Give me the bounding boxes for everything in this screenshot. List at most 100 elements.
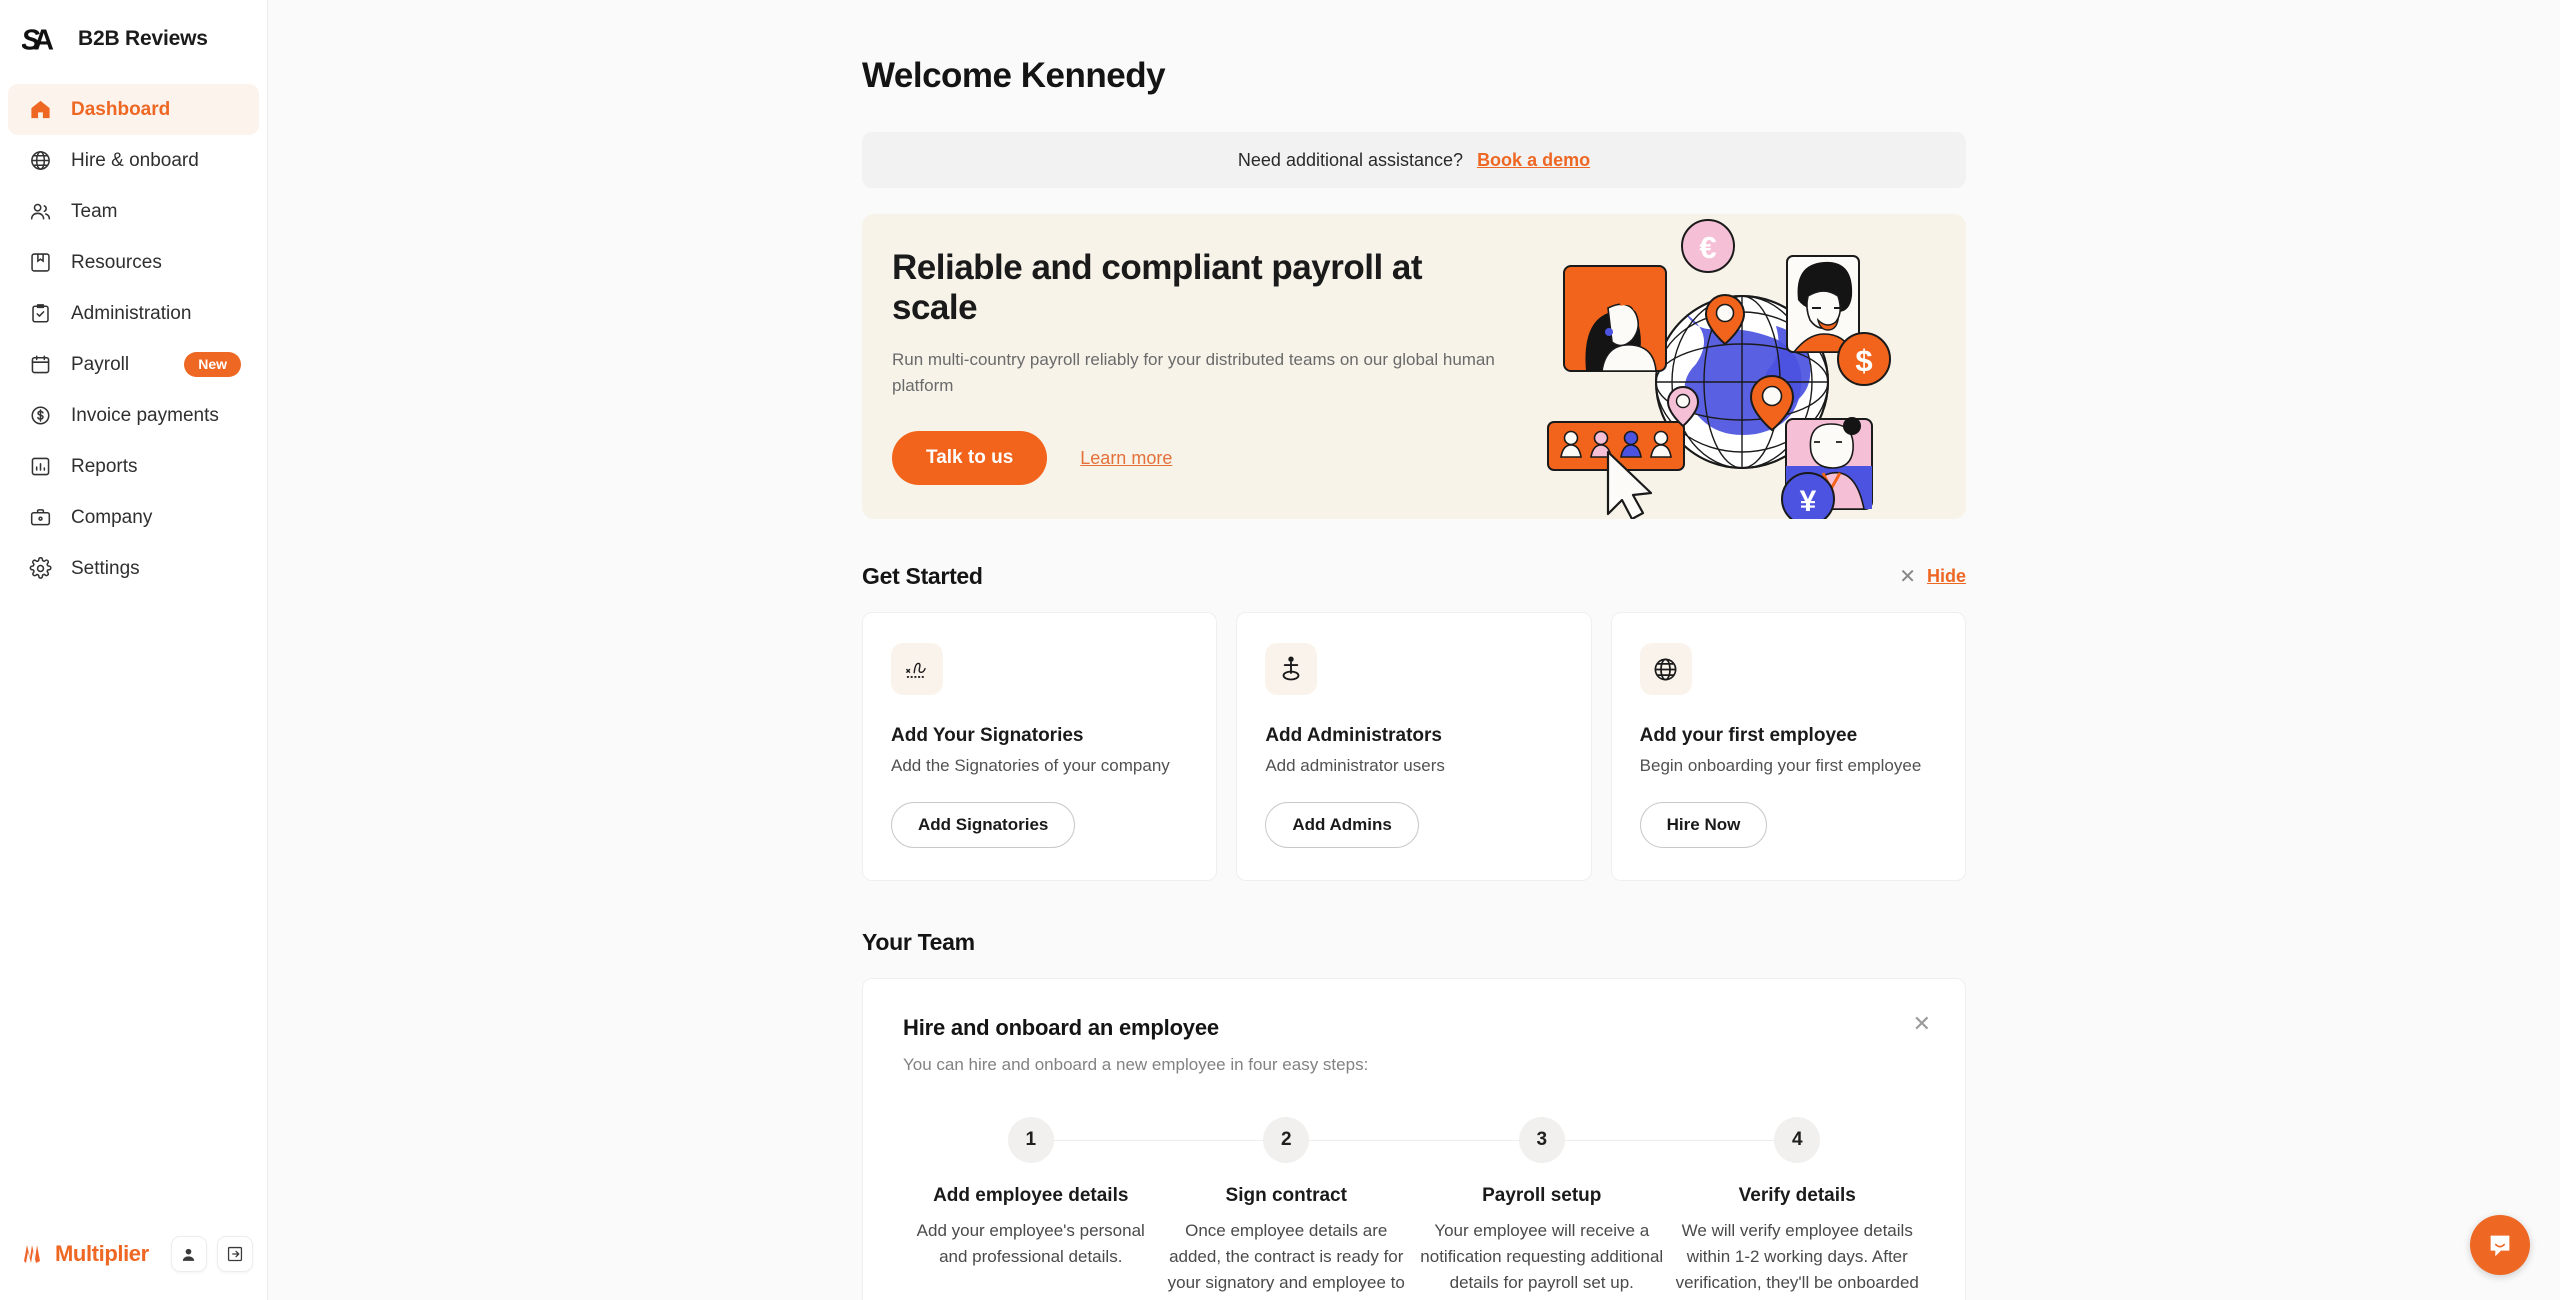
sidebar-item-label: Reports xyxy=(71,455,138,477)
chat-bubble-icon xyxy=(2490,1235,2510,1257)
step-description: Add your employee's personal and profess… xyxy=(916,1221,1145,1266)
calendar-icon xyxy=(28,353,52,377)
svg-text:A: A xyxy=(33,24,53,56)
sidebar-footer-actions xyxy=(170,1236,253,1272)
logout-icon xyxy=(227,1246,242,1262)
content-column: Welcome Kennedy Need additional assistan… xyxy=(862,0,1966,1300)
assistance-bar: Need additional assistance? Book a demo xyxy=(862,132,1966,188)
hire-onboard-panel: ✕ Hire and onboard an employee You can h… xyxy=(862,978,1966,1300)
sa-logo-icon: S A xyxy=(22,24,54,56)
hide-link[interactable]: Hide xyxy=(1927,566,1966,587)
onboarding-steps: 1 Add employee details Add your employee… xyxy=(903,1117,1925,1300)
step-title: Add employee details xyxy=(933,1185,1129,1206)
users-icon xyxy=(28,200,52,224)
talk-to-us-button[interactable]: Talk to us xyxy=(892,431,1048,485)
hire-now-button[interactable]: Hire Now xyxy=(1639,802,1768,848)
sidebar-item-label: Payroll xyxy=(71,353,130,375)
svg-text:$: $ xyxy=(1855,343,1872,378)
step-description: Your employee will receive a notificatio… xyxy=(1420,1221,1664,1292)
assistance-text: Need additional assistance? xyxy=(1237,149,1464,170)
multiplier-wordmark: Multiplier xyxy=(55,1241,149,1266)
admin-person-icon xyxy=(1265,643,1318,695)
step-number: 2 xyxy=(1263,1117,1310,1163)
brand-name: B2B Reviews xyxy=(78,27,208,50)
add-admins-button[interactable]: Add Admins xyxy=(1265,802,1419,848)
card-add-signatories: Add Your Signatories Add the Signatories… xyxy=(862,612,1218,881)
card-title: Add Administrators xyxy=(1265,725,1442,746)
sidebar-item-dashboard[interactable]: Dashboard xyxy=(8,84,259,135)
step-2: 2 Sign contract Once employee details ar… xyxy=(1159,1117,1415,1300)
status-badge: New xyxy=(184,352,241,377)
main-content: Welcome Kennedy Need additional assistan… xyxy=(268,0,2560,1300)
get-started-title: Get Started xyxy=(862,563,983,589)
clipboard-check-icon xyxy=(28,302,52,326)
app-root: S A B2B Reviews Dashboard Hire & onboard xyxy=(0,0,2560,1300)
sidebar-item-administration[interactable]: Administration xyxy=(8,288,259,339)
sidebar-item-label: Administration xyxy=(71,302,192,324)
sidebar-item-invoice-payments[interactable]: Invoice payments xyxy=(8,390,259,441)
card-subtitle: Add administrator users xyxy=(1265,756,1445,775)
learn-more-link[interactable]: Learn more xyxy=(1080,448,1172,469)
sidebar-item-label: Dashboard xyxy=(71,98,171,120)
get-started-hide-group: ✕ Hide xyxy=(1899,566,1966,587)
sidebar-item-hire-onboard[interactable]: Hire & onboard xyxy=(8,135,259,186)
step-description: Once employee details are added, the con… xyxy=(1167,1221,1405,1300)
sidebar-item-label: Resources xyxy=(71,251,162,273)
your-team-title: Your Team xyxy=(862,929,975,955)
step-description: We will verify employee details within 1… xyxy=(1675,1221,1919,1300)
page-title: Welcome Kennedy xyxy=(862,56,1166,95)
sidebar-item-resources[interactable]: Resources xyxy=(8,237,259,288)
sidebar-item-settings[interactable]: Settings xyxy=(8,543,259,594)
svg-text:¥: ¥ xyxy=(1800,485,1817,518)
signature-icon xyxy=(891,643,943,695)
sidebar: S A B2B Reviews Dashboard Hire & onboard xyxy=(0,0,268,1300)
sidebar-item-label: Settings xyxy=(71,557,140,579)
dollar-circle-icon xyxy=(28,404,52,428)
get-started-header: Get Started ✕ Hide xyxy=(862,563,1966,590)
get-started-cards: Add Your Signatories Add the Signatories… xyxy=(862,612,1966,881)
card-add-first-employee: Add your first employee Begin onboarding… xyxy=(1610,612,1966,881)
step-1: 1 Add employee details Add your employee… xyxy=(903,1117,1159,1300)
sidebar-item-payroll[interactable]: Payroll New xyxy=(8,339,259,390)
step-number: 3 xyxy=(1518,1117,1565,1163)
profile-button[interactable] xyxy=(170,1236,207,1272)
globe-icon xyxy=(28,149,52,173)
home-icon xyxy=(28,98,52,122)
sidebar-item-reports[interactable]: Reports xyxy=(8,441,259,492)
panel-title: Hire and onboard an employee xyxy=(903,1015,1219,1040)
close-icon[interactable]: ✕ xyxy=(1913,1013,1931,1035)
promo-heading: Reliable and compliant payroll at scale xyxy=(892,248,1423,327)
multiplier-flame-icon xyxy=(24,1245,40,1263)
step-title: Sign contract xyxy=(1225,1185,1347,1206)
globe-icon xyxy=(1639,643,1692,695)
card-title: Add Your Signatories xyxy=(891,725,1084,746)
sidebar-item-company[interactable]: Company xyxy=(8,492,259,543)
card-title: Add your first employee xyxy=(1639,725,1858,746)
person-icon xyxy=(183,1248,195,1261)
sidebar-item-team[interactable]: Team xyxy=(8,186,259,237)
step-number: 4 xyxy=(1774,1117,1821,1163)
card-subtitle: Begin onboarding your first employee xyxy=(1639,756,1922,775)
logout-button[interactable] xyxy=(216,1236,253,1272)
briefcase-icon xyxy=(28,506,52,530)
step-number: 1 xyxy=(1007,1117,1054,1163)
gear-icon xyxy=(28,557,52,581)
close-icon[interactable]: ✕ xyxy=(1899,567,1916,587)
step-3: 3 Payroll setup Your employee will recei… xyxy=(1414,1117,1670,1300)
book-demo-link[interactable]: Book a demo xyxy=(1477,150,1590,171)
step-4: 4 Verify details We will verify employee… xyxy=(1670,1117,1926,1300)
sidebar-item-label: Team xyxy=(71,200,118,222)
chat-widget-button[interactable] xyxy=(2470,1215,2530,1275)
card-subtitle: Add the Signatories of your company xyxy=(891,756,1170,775)
card-add-administrators: Add Administrators Add administrator use… xyxy=(1236,612,1592,881)
add-signatories-button[interactable]: Add Signatories xyxy=(891,802,1076,848)
promo-text: Reliable and compliant payroll at scale … xyxy=(862,248,1502,485)
svg-text:€: € xyxy=(1699,230,1716,265)
sidebar-nav: Dashboard Hire & onboard Team Resources … xyxy=(0,84,267,594)
step-title: Payroll setup xyxy=(1482,1185,1602,1206)
sidebar-item-label: Invoice payments xyxy=(71,404,219,426)
promo-actions: Talk to us Learn more xyxy=(892,431,1502,485)
global-payroll-illustration: € $ ¥ xyxy=(1547,219,1891,519)
brand: S A B2B Reviews xyxy=(0,0,267,76)
multiplier-logo: Multiplier xyxy=(22,1241,149,1267)
